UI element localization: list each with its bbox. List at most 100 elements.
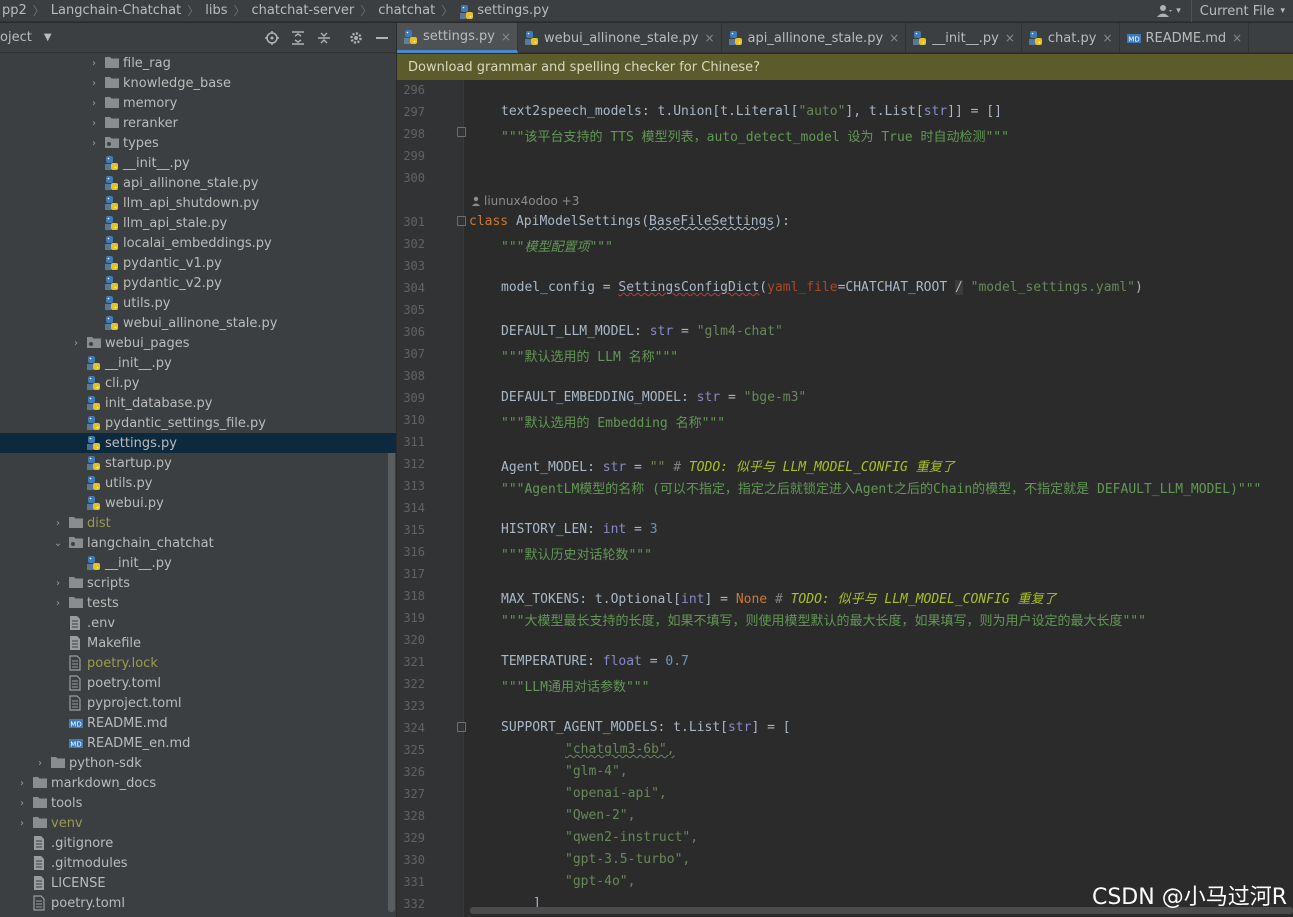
tree-item[interactable]: utils.py: [0, 293, 396, 313]
tree-item[interactable]: MD README_en.md: [0, 733, 396, 753]
folder-icon: [104, 75, 120, 91]
chevron-right-icon[interactable]: ›: [88, 138, 100, 149]
tree-item[interactable]: pydantic_settings_file.py: [0, 413, 396, 433]
python-file-icon: [403, 29, 419, 45]
tree-item[interactable]: › tests: [0, 593, 396, 613]
tree-item[interactable]: api_allinone_stale.py: [0, 173, 396, 193]
tree-item[interactable]: __init__.py: [0, 353, 396, 373]
breadcrumb-item[interactable]: chatchat-server: [252, 3, 355, 18]
editor-tab[interactable]: chat.py ×: [1022, 23, 1120, 53]
breadcrumb-item[interactable]: pp2: [2, 3, 27, 18]
tree-item-label: .gitignore: [51, 835, 114, 851]
tree-item[interactable]: › scripts: [0, 573, 396, 593]
tree-item[interactable]: › markdown_docs: [0, 773, 396, 793]
close-icon[interactable]: ×: [1102, 31, 1112, 45]
chevron-right-icon[interactable]: ›: [52, 598, 64, 609]
breadcrumb-item[interactable]: settings.py: [459, 3, 549, 19]
tree-item[interactable]: › memory: [0, 93, 396, 113]
tree-item[interactable]: poetry.lock: [0, 653, 396, 673]
editor-tab[interactable]: api_allinone_stale.py ×: [722, 23, 907, 53]
tree-item[interactable]: __init__.py: [0, 153, 396, 173]
breadcrumb-item[interactable]: libs: [205, 3, 227, 18]
chevron-right-icon[interactable]: ›: [70, 338, 82, 349]
tree-item[interactable]: Makefile: [0, 633, 396, 653]
breadcrumb-label: chatchat-server: [251, 3, 355, 18]
tree-item[interactable]: poetry.toml: [0, 673, 396, 693]
code-editor[interactable]: 296 297 298 299 300 301 302 303 304 305 306 307 308 3…: [397, 80, 1293, 917]
tree-item-label: knowledge_base: [123, 75, 231, 91]
close-icon[interactable]: ×: [1232, 31, 1242, 45]
tree-item[interactable]: llm_api_stale.py: [0, 213, 396, 233]
fold-marker-icon[interactable]: [457, 127, 466, 137]
chevron-right-icon[interactable]: ›: [34, 758, 46, 769]
chevron-right-icon[interactable]: ›: [52, 518, 64, 529]
collapse-all-icon[interactable]: [316, 30, 332, 46]
editor-tab[interactable]: webui_allinone_stale.py ×: [518, 23, 722, 53]
close-icon[interactable]: ×: [889, 31, 899, 45]
tree-item[interactable]: webui.py: [0, 493, 396, 513]
tree-item[interactable]: pydantic_v2.py: [0, 273, 396, 293]
chevron-right-icon[interactable]: ›: [16, 818, 28, 829]
chevron-down-icon[interactable]: ▼: [44, 32, 52, 43]
run-config-selector[interactable]: Current File ▾: [1190, 0, 1293, 22]
gear-icon[interactable]: [348, 30, 364, 46]
breadcrumb-item[interactable]: Langchain-Chatchat: [51, 3, 181, 18]
tree-item[interactable]: ⌄ langchain_chatchat: [0, 533, 396, 553]
tree-item[interactable]: › webui_pages: [0, 333, 396, 353]
chevron-right-icon[interactable]: ›: [88, 78, 100, 89]
tree-item[interactable]: .env: [0, 613, 396, 633]
editor-tab[interactable]: settings.py ×: [397, 23, 518, 53]
tab-label: README.md: [1145, 30, 1227, 46]
expand-all-icon[interactable]: [290, 30, 306, 46]
fold-marker-icon[interactable]: [457, 216, 466, 226]
close-icon[interactable]: ×: [1005, 31, 1015, 45]
tree-item[interactable]: utils.py: [0, 473, 396, 493]
project-panel-header: oject ▼: [0, 23, 396, 53]
tree-item[interactable]: settings.py: [0, 433, 396, 453]
tree-item[interactable]: cli.py: [0, 373, 396, 393]
fold-marker-icon[interactable]: [457, 722, 466, 732]
tree-item[interactable]: init_database.py: [0, 393, 396, 413]
tree-item[interactable]: › venv: [0, 813, 396, 833]
editor-tab[interactable]: MD README.md ×: [1120, 23, 1250, 53]
code-line-297: text2speech_models: t.Union[t.Literal["a…: [501, 104, 1002, 119]
tree-item[interactable]: pyproject.toml: [0, 693, 396, 713]
tree-item[interactable]: › file_rag: [0, 53, 396, 73]
close-icon[interactable]: ×: [704, 31, 714, 45]
project-panel-title[interactable]: oject: [0, 30, 32, 45]
tree-item[interactable]: .gitignore: [0, 833, 396, 853]
chevron-right-icon[interactable]: ›: [16, 798, 28, 809]
tree-item[interactable]: › tools: [0, 793, 396, 813]
tree-item[interactable]: llm_api_shutdown.py: [0, 193, 396, 213]
tree-item[interactable]: localai_embeddings.py: [0, 233, 396, 253]
locate-icon[interactable]: [264, 30, 280, 46]
tree-item[interactable]: startup.py: [0, 453, 396, 473]
tree-item[interactable]: .gitmodules: [0, 853, 396, 873]
chevron-right-icon[interactable]: ›: [88, 98, 100, 109]
tree-item[interactable]: __init__.py: [0, 553, 396, 573]
code-line-309: DEFAULT_EMBEDDING_MODEL: str = "bge-m3": [501, 390, 807, 405]
chevron-down-icon: ▾: [1280, 6, 1285, 16]
tree-item[interactable]: › dist: [0, 513, 396, 533]
chevron-right-icon[interactable]: ›: [88, 58, 100, 69]
svg-text:MD: MD: [70, 721, 81, 729]
hide-icon[interactable]: [374, 30, 390, 46]
tree-item[interactable]: pydantic_v1.py: [0, 253, 396, 273]
editor-tab[interactable]: __init__.py ×: [906, 23, 1022, 53]
user-icon[interactable]: ▾: [1157, 4, 1181, 18]
chevron-right-icon[interactable]: ›: [16, 778, 28, 789]
tree-item[interactable]: › reranker: [0, 113, 396, 133]
close-icon[interactable]: ×: [501, 30, 511, 44]
breadcrumb-item[interactable]: chatchat: [378, 3, 435, 18]
tree-item[interactable]: MD README.md: [0, 713, 396, 733]
tree-item[interactable]: › python-sdk: [0, 753, 396, 773]
tree-item[interactable]: › knowledge_base: [0, 73, 396, 93]
grammar-notification[interactable]: Download grammar and spelling checker fo…: [397, 54, 1293, 80]
chevron-down-icon[interactable]: ⌄: [52, 538, 64, 549]
tree-item[interactable]: webui_allinone_stale.py: [0, 313, 396, 333]
tree-item[interactable]: poetry.toml: [0, 893, 396, 913]
tree-item[interactable]: LICENSE: [0, 873, 396, 893]
tree-item[interactable]: › types: [0, 133, 396, 153]
chevron-right-icon[interactable]: ›: [52, 578, 64, 589]
chevron-right-icon[interactable]: ›: [88, 118, 100, 129]
